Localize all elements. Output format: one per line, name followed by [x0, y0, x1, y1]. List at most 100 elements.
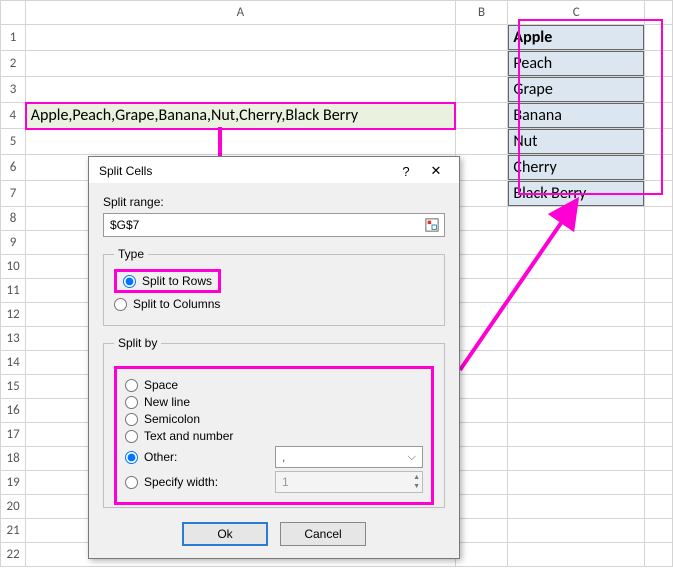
- cell[interactable]: [508, 279, 644, 303]
- cell[interactable]: Apple: [508, 25, 644, 51]
- cell[interactable]: [455, 447, 508, 471]
- space-radio[interactable]: [125, 379, 138, 392]
- textnum-radio[interactable]: [125, 430, 138, 443]
- cell[interactable]: [455, 351, 508, 375]
- semicolon-radio[interactable]: [125, 413, 138, 426]
- split-range-input[interactable]: [104, 215, 420, 235]
- row-header[interactable]: 12: [1, 303, 26, 327]
- cell[interactable]: [455, 471, 508, 495]
- cell[interactable]: [644, 375, 672, 399]
- cell[interactable]: [455, 51, 508, 77]
- cell[interactable]: [455, 155, 508, 181]
- cell[interactable]: [644, 103, 672, 129]
- range-picker-button[interactable]: [420, 214, 444, 236]
- row-header[interactable]: 3: [1, 77, 26, 103]
- newline-radio[interactable]: [125, 396, 138, 409]
- row-header[interactable]: 14: [1, 351, 26, 375]
- cell[interactable]: [644, 181, 672, 207]
- cell[interactable]: [644, 303, 672, 327]
- cell[interactable]: [644, 207, 672, 231]
- cell[interactable]: [644, 129, 672, 155]
- col-header-d[interactable]: [644, 1, 672, 25]
- cell[interactable]: [644, 495, 672, 519]
- cell[interactable]: [455, 77, 508, 103]
- row-header[interactable]: 9: [1, 231, 26, 255]
- cell[interactable]: [455, 207, 508, 231]
- row-header[interactable]: 16: [1, 399, 26, 423]
- cell[interactable]: [455, 423, 508, 447]
- row-header[interactable]: 22: [1, 543, 26, 567]
- row-header[interactable]: 5: [1, 129, 26, 155]
- row-header[interactable]: 10: [1, 255, 26, 279]
- cell[interactable]: [644, 471, 672, 495]
- cell[interactable]: [644, 351, 672, 375]
- cell[interactable]: [455, 129, 508, 155]
- cell[interactable]: [644, 447, 672, 471]
- help-button[interactable]: ?: [391, 164, 421, 179]
- cell[interactable]: [508, 423, 644, 447]
- cell[interactable]: Nut: [508, 129, 644, 155]
- cell[interactable]: [644, 25, 672, 51]
- col-header-a[interactable]: A: [26, 1, 455, 25]
- spinner-buttons[interactable]: ▲▼: [413, 473, 420, 491]
- cell[interactable]: [455, 255, 508, 279]
- cell[interactable]: [508, 207, 644, 231]
- cell[interactable]: [455, 25, 508, 51]
- cell[interactable]: [455, 543, 508, 567]
- cell[interactable]: [508, 519, 644, 543]
- cell[interactable]: [644, 77, 672, 103]
- row-header[interactable]: 21: [1, 519, 26, 543]
- cell[interactable]: Black Berry: [508, 181, 644, 207]
- cell[interactable]: [508, 447, 644, 471]
- cell[interactable]: [644, 543, 672, 567]
- cell[interactable]: [26, 51, 455, 77]
- cell[interactable]: [644, 255, 672, 279]
- cell[interactable]: [508, 351, 644, 375]
- cell[interactable]: Grape: [508, 77, 644, 103]
- cell[interactable]: [26, 25, 455, 51]
- cell[interactable]: [508, 231, 644, 255]
- cell[interactable]: [644, 519, 672, 543]
- cell[interactable]: [644, 327, 672, 351]
- cell[interactable]: [644, 231, 672, 255]
- row-header[interactable]: 7: [1, 181, 26, 207]
- row-header[interactable]: 6: [1, 155, 26, 181]
- cell[interactable]: [644, 51, 672, 77]
- row-header[interactable]: 13: [1, 327, 26, 351]
- split-to-columns-radio[interactable]: [114, 298, 127, 311]
- cell[interactable]: [508, 471, 644, 495]
- row-header[interactable]: 2: [1, 51, 26, 77]
- cell[interactable]: [26, 77, 455, 103]
- cell[interactable]: [455, 519, 508, 543]
- cell[interactable]: [644, 279, 672, 303]
- cell[interactable]: [644, 423, 672, 447]
- dialog-titlebar[interactable]: Split Cells ? ✕: [89, 157, 459, 183]
- cell[interactable]: [508, 375, 644, 399]
- row-header[interactable]: 19: [1, 471, 26, 495]
- cell[interactable]: [455, 279, 508, 303]
- cell[interactable]: [455, 103, 508, 129]
- split-to-rows-radio[interactable]: [123, 275, 136, 288]
- col-header-c[interactable]: C: [508, 1, 644, 25]
- cell[interactable]: [455, 327, 508, 351]
- width-radio[interactable]: [125, 476, 138, 489]
- row-header[interactable]: 17: [1, 423, 26, 447]
- row-header[interactable]: 20: [1, 495, 26, 519]
- cell[interactable]: [508, 303, 644, 327]
- cell[interactable]: [644, 155, 672, 181]
- ok-button[interactable]: Ok: [182, 522, 268, 546]
- cell[interactable]: [455, 375, 508, 399]
- cell[interactable]: Peach: [508, 51, 644, 77]
- cell[interactable]: [508, 255, 644, 279]
- cell[interactable]: [508, 327, 644, 351]
- cell[interactable]: [508, 399, 644, 423]
- cancel-button[interactable]: Cancel: [280, 522, 366, 546]
- cell[interactable]: [455, 231, 508, 255]
- row-header[interactable]: 8: [1, 207, 26, 231]
- row-header[interactable]: 4: [1, 103, 26, 129]
- corner-cell[interactable]: [1, 1, 26, 25]
- cell[interactable]: [455, 495, 508, 519]
- row-header[interactable]: 18: [1, 447, 26, 471]
- row-header[interactable]: 11: [1, 279, 26, 303]
- row-header[interactable]: 1: [1, 25, 26, 51]
